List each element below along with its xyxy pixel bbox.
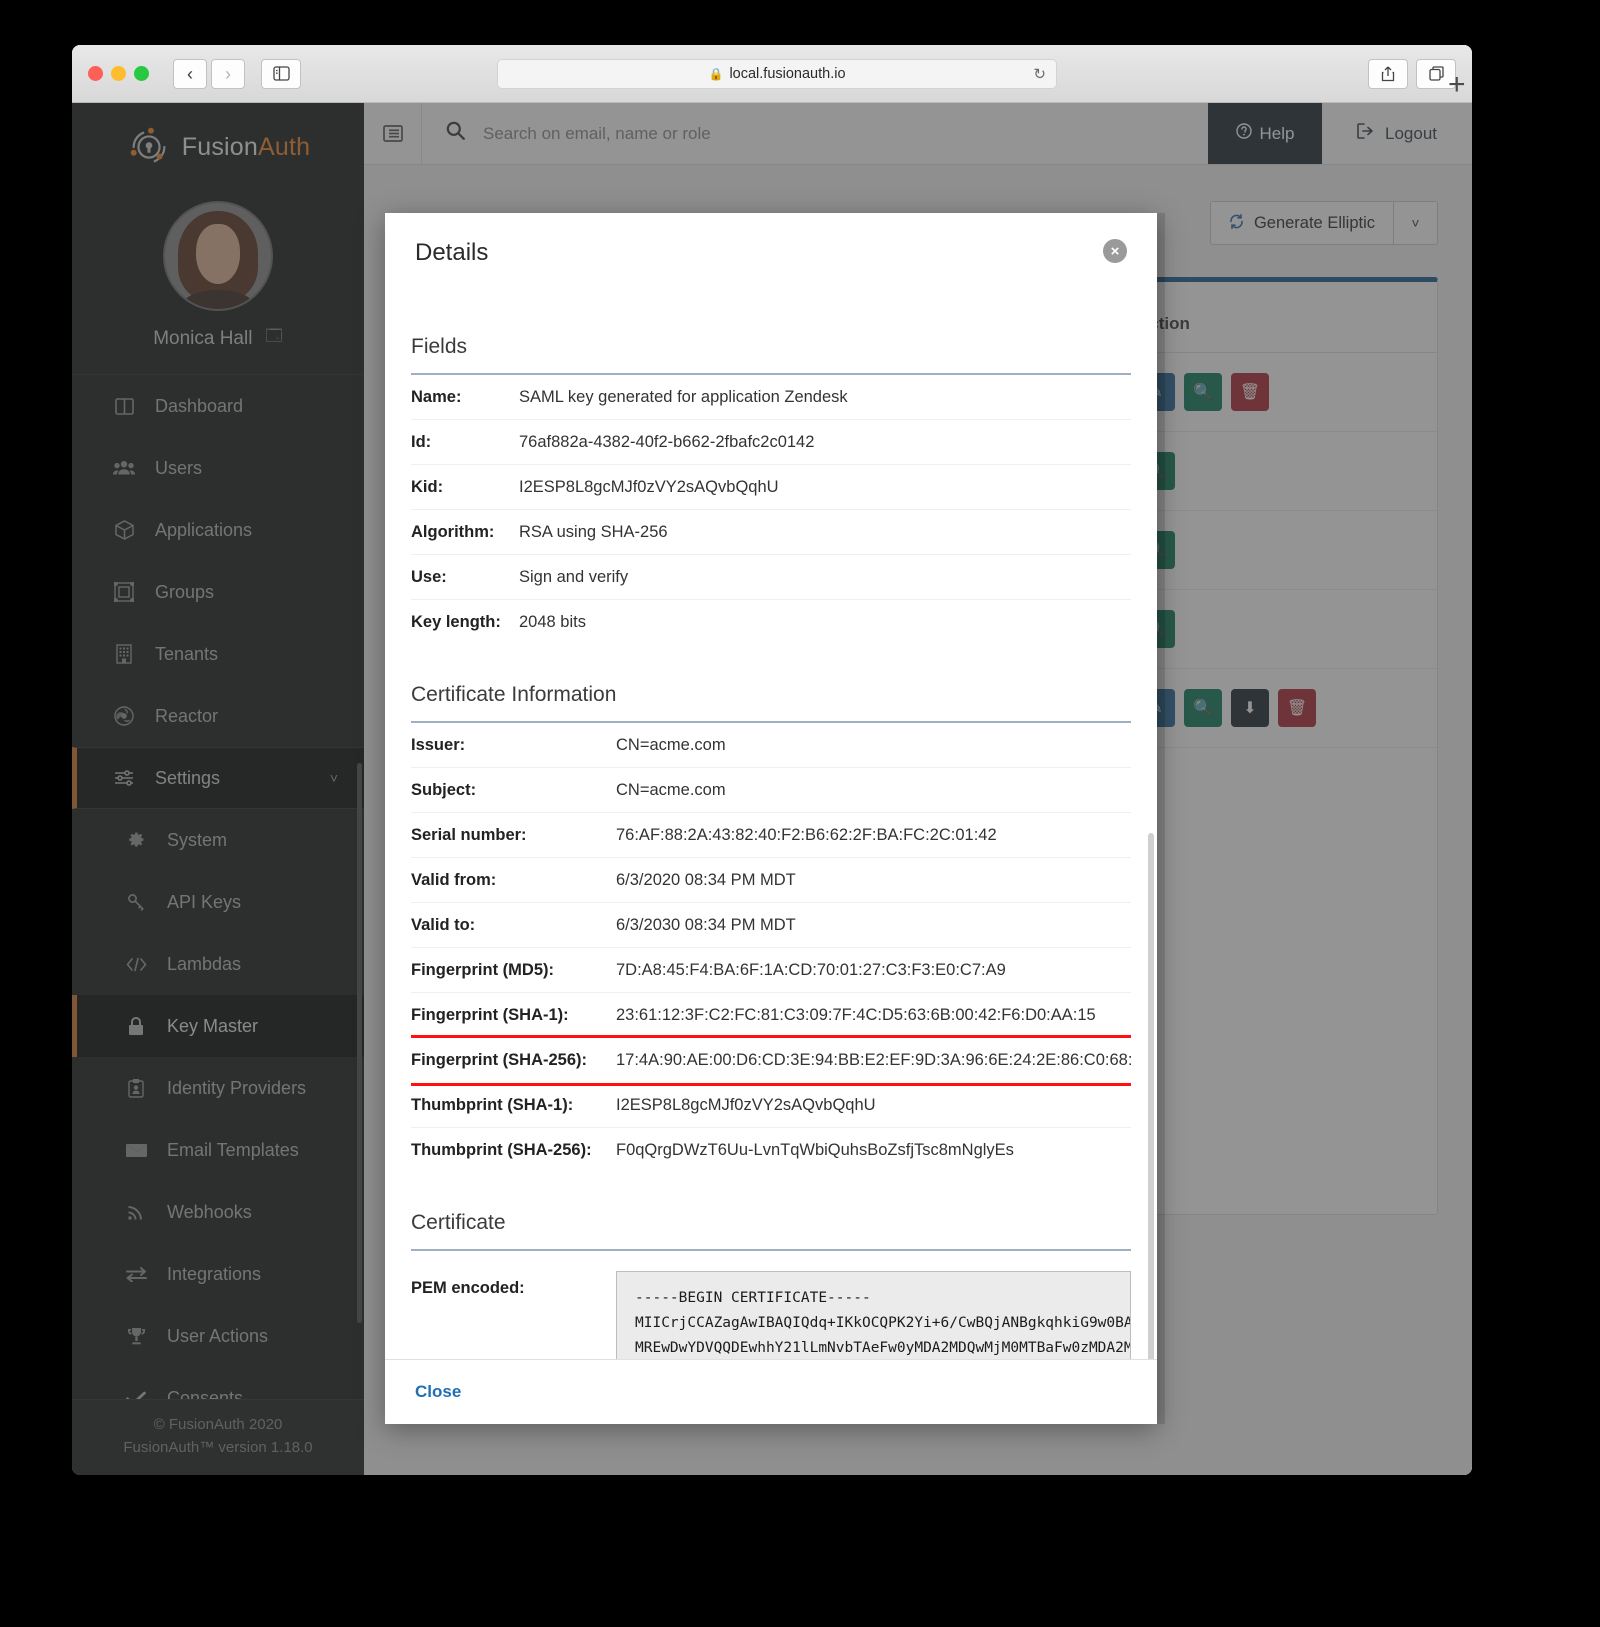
field-value: CN=acme.com	[616, 780, 726, 799]
modal-scroll-area: Fields Name: SAML key generated for appl…	[411, 277, 1131, 1359]
fields-list: Name: SAML key generated for application…	[411, 375, 1131, 645]
field-value: 76af882a-4382-40f2-b662-2fbafc2c0142	[519, 432, 815, 451]
section-title-certificate: Certificate	[411, 1173, 1131, 1251]
field-value: Sign and verify	[519, 567, 629, 586]
cert-row-issuer: Issuer: CN=acme.com	[411, 723, 1131, 768]
cert-row-fingerprint-md5: Fingerprint (MD5): 7D:A8:45:F4:BA:6F:1A:…	[411, 948, 1131, 993]
close-window-button[interactable]	[88, 66, 103, 81]
field-value: RSA using SHA-256	[519, 522, 668, 541]
field-label: Use:	[411, 567, 447, 586]
cert-row-thumbprint-sha1: Thumbprint (SHA-1): I2ESP8L8gcMJf0zVY2sA…	[411, 1083, 1131, 1128]
application-root: FusionAuth Monica Hall 🗔 Dashboard	[72, 103, 1472, 1475]
modal-body: Fields Name: SAML key generated for appl…	[385, 277, 1157, 1359]
field-value: 17:4A:90:AE:00:D6:CD:3E:94:BB:E2:EF:9D:3…	[616, 1051, 1131, 1069]
window-traffic-lights	[88, 66, 149, 81]
field-row-name: Name: SAML key generated for application…	[411, 375, 1131, 420]
field-row-algorithm: Algorithm: RSA using SHA-256	[411, 510, 1131, 555]
field-label: Subject:	[411, 780, 477, 799]
browser-address-bar[interactable]: 🔒 local.fusionauth.io ↻	[497, 59, 1057, 89]
back-chevron-icon[interactable]: ‹	[173, 58, 207, 89]
field-value: 6/3/2030 08:34 PM MDT	[616, 915, 796, 934]
section-title-fields: Fields	[411, 277, 1131, 375]
field-value: I2ESP8L8gcMJf0zVY2sAQvbQqhU	[616, 1095, 876, 1114]
field-value: F0qQrgDWzT6Uu-LvnTqWbiQuhsBoZsfjTsc8mNgl…	[616, 1141, 1014, 1159]
field-value: 23:61:12:3F:C2:FC:81:C3:09:7F:4C:D5:63:6…	[616, 1005, 1096, 1024]
cert-row-fingerprint-sha1: Fingerprint (SHA-1): 23:61:12:3F:C2:FC:8…	[411, 993, 1131, 1038]
browser-titlebar: ‹ › 🔒 local.fusionauth.io ↻	[72, 45, 1472, 103]
close-circle-icon[interactable]: ×	[1103, 239, 1127, 263]
modal-header: Details ×	[385, 213, 1157, 277]
new-tab-button[interactable]: +	[1448, 68, 1466, 102]
field-label: Issuer:	[411, 735, 466, 754]
reload-icon[interactable]: ↻	[1033, 65, 1046, 83]
pem-row: PEM encoded: -----BEGIN CERTIFICATE-----…	[411, 1251, 1131, 1359]
field-label: Fingerprint (MD5):	[411, 960, 554, 979]
certificate-info-list: Issuer: CN=acme.com Subject: CN=acme.com…	[411, 723, 1131, 1173]
cert-row-serial-number: Serial number: 76:AF:88:2A:43:82:40:F2:B…	[411, 813, 1131, 858]
field-label: Kid:	[411, 477, 444, 496]
url-text: local.fusionauth.io	[729, 66, 846, 82]
pem-label: PEM encoded:	[411, 1279, 525, 1297]
field-value: 7D:A8:45:F4:BA:6F:1A:CD:70:01:27:C3:F3:E…	[616, 960, 1006, 979]
lock-icon: 🔒	[708, 67, 724, 81]
field-value: 6/3/2020 08:34 PM MDT	[616, 870, 796, 889]
modal-footer: Close	[385, 1359, 1157, 1424]
cert-row-valid-to: Valid to: 6/3/2030 08:34 PM MDT	[411, 903, 1131, 948]
field-value: CN=acme.com	[616, 735, 726, 754]
field-label: Id:	[411, 432, 432, 451]
forward-chevron-icon[interactable]: ›	[211, 58, 245, 89]
minimize-window-button[interactable]	[111, 66, 126, 81]
field-label: Key length:	[411, 613, 501, 631]
field-row-id: Id: 76af882a-4382-40f2-b662-2fbafc2c0142	[411, 420, 1131, 465]
cert-row-subject: Subject: CN=acme.com	[411, 768, 1131, 813]
field-label: Name:	[411, 387, 462, 406]
maximize-window-button[interactable]	[134, 66, 149, 81]
close-button[interactable]: Close	[415, 1382, 461, 1401]
section-title-certificate-information: Certificate Information	[411, 645, 1131, 723]
sidebar-toggle-icon[interactable]	[261, 58, 301, 89]
field-label: Thumbprint (SHA-256):	[411, 1141, 592, 1159]
modal-scrollbar[interactable]	[1148, 833, 1154, 1359]
share-icon[interactable]	[1368, 58, 1408, 89]
field-label: Serial number:	[411, 825, 527, 844]
browser-window: ‹ › 🔒 local.fusionauth.io ↻ Search on em…	[72, 45, 1472, 1475]
field-value: SAML key generated for application Zende…	[519, 387, 848, 406]
cert-row-thumbprint-sha256: Thumbprint (SHA-256): F0qQrgDWzT6Uu-LvnT…	[411, 1128, 1131, 1173]
field-row-kid: Kid: I2ESP8L8gcMJf0zVY2sAQvbQqhU	[411, 465, 1131, 510]
field-label: Valid from:	[411, 870, 497, 889]
browser-nav-buttons: ‹ ›	[173, 58, 245, 89]
modal-title: Details	[415, 239, 489, 266]
field-label: Valid to:	[411, 915, 476, 934]
field-value: 76:AF:88:2A:43:82:40:F2:B6:62:2F:BA:FC:2…	[616, 825, 997, 844]
field-value: I2ESP8L8gcMJf0zVY2sAQvbQqhU	[519, 477, 779, 496]
field-label: Thumbprint (SHA-1):	[411, 1095, 574, 1114]
pem-textarea[interactable]: -----BEGIN CERTIFICATE----- MIICrjCCAZag…	[616, 1271, 1131, 1359]
details-modal: Details × Fields Name: SAML key generate…	[385, 213, 1157, 1424]
field-row-key-length: Key length: 2048 bits	[411, 600, 1131, 645]
field-value: 2048 bits	[519, 613, 586, 631]
field-row-use: Use: Sign and verify	[411, 555, 1131, 600]
browser-right-controls	[1368, 58, 1456, 89]
cert-row-valid-from: Valid from: 6/3/2020 08:34 PM MDT	[411, 858, 1131, 903]
cert-row-fingerprint-sha256: Fingerprint (SHA-256): 17:4A:90:AE:00:D6…	[411, 1035, 1131, 1086]
field-label: Fingerprint (SHA-1):	[411, 1005, 569, 1024]
field-label: Algorithm:	[411, 522, 495, 541]
field-label: Fingerprint (SHA-256):	[411, 1051, 588, 1069]
